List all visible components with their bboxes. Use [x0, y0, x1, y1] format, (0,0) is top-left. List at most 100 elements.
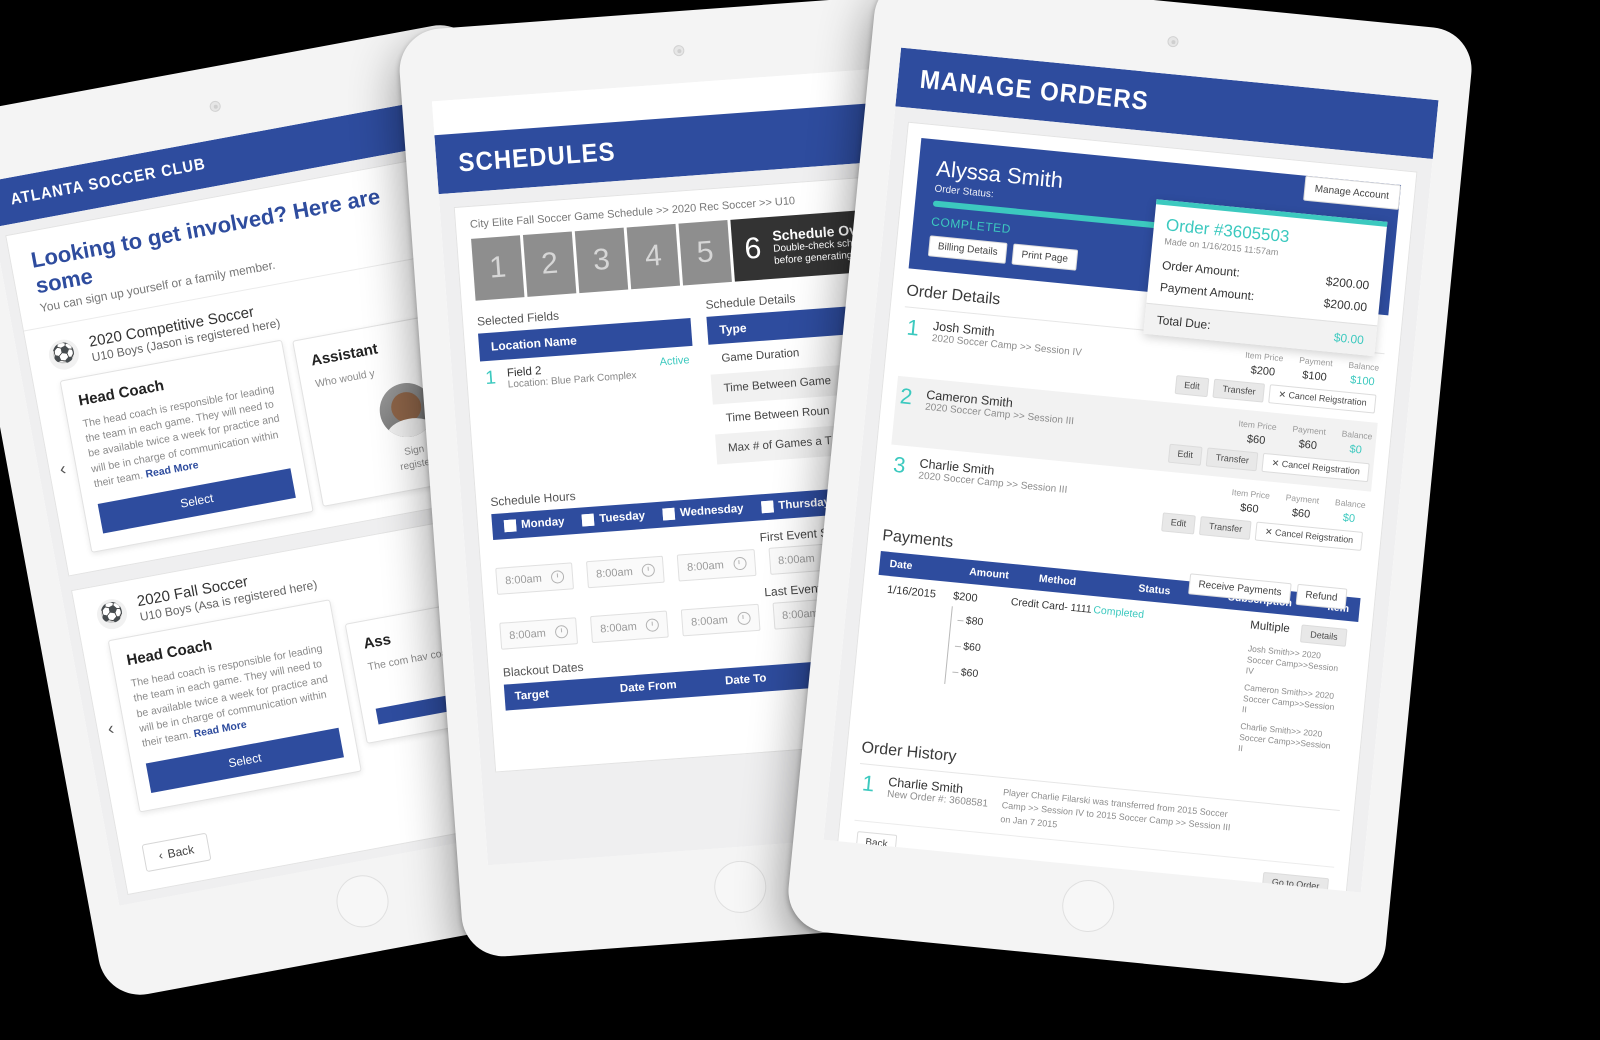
camera-icon: [672, 44, 685, 57]
balance-value: $0: [1348, 443, 1363, 457]
checkbox-icon[interactable]: [662, 507, 676, 521]
balance-label: Balance: [1341, 428, 1373, 442]
carousel-prev-icon[interactable]: ‹: [58, 458, 68, 480]
payments-col-amount: Amount: [968, 565, 1010, 582]
step-5[interactable]: 5: [678, 220, 732, 286]
details-button[interactable]: Details: [1300, 624, 1348, 647]
day-label: Wednesday: [679, 502, 744, 520]
payment-breakdown: $80 $60 $60: [944, 606, 1010, 690]
payment-cell: Payment $60: [1290, 424, 1326, 455]
day-checkbox-monday[interactable]: Monday: [503, 515, 565, 533]
payment-item-list: Josh Smith>> 2020 Soccer Camp>>Session I…: [1238, 643, 1346, 763]
transfer-button[interactable]: Transfer: [1199, 516, 1252, 541]
balance-label: Balance: [1348, 359, 1380, 373]
day-checkbox-thursday[interactable]: Thursday: [761, 496, 831, 514]
payment-status: Completed: [1092, 604, 1145, 621]
time-value: 8:00am: [504, 572, 543, 587]
carousel-prev-icon[interactable]: ‹: [106, 718, 116, 740]
close-icon: ✕: [1271, 457, 1280, 469]
day-checkbox-wednesday[interactable]: Wednesday: [662, 502, 744, 521]
billing-details-button[interactable]: Billing Details: [927, 235, 1008, 264]
item-price-label: Item Price: [1238, 418, 1278, 433]
home-button[interactable]: [1059, 877, 1117, 935]
step-2[interactable]: 2: [522, 231, 577, 297]
close-icon: ✕: [1264, 526, 1274, 538]
step-4[interactable]: 4: [626, 223, 681, 290]
camera-icon: [1166, 35, 1179, 48]
clock-icon[interactable]: [645, 618, 660, 633]
time-value: 8:00am: [686, 558, 725, 574]
cancel-registration-label: Cancel Reigstration: [1274, 527, 1354, 546]
print-page-button[interactable]: Print Page: [1011, 243, 1078, 271]
payment-label: Payment: [1292, 423, 1327, 437]
payment-subscription: [1155, 611, 1251, 754]
time-input-tuesday-last[interactable]: 8:00am: [590, 610, 670, 644]
transfer-button[interactable]: Transfer: [1212, 378, 1266, 403]
list-item: Cameron Smith>> 2020 Soccer Camp>>Sessio…: [1241, 682, 1335, 715]
manage-orders-card: Manage Account Alyssa Smith Order Status…: [834, 121, 1418, 893]
step-6-number: 6: [743, 231, 763, 266]
payment-cell: Payment $60: [1284, 492, 1319, 523]
clock-icon[interactable]: [641, 563, 656, 578]
tablet-right-manage-orders: MANAGE ORDERS Manage Account Alyssa Smit…: [784, 0, 1476, 987]
home-button[interactable]: [332, 871, 393, 932]
clock-icon[interactable]: [554, 624, 569, 639]
payment-value: $60: [1298, 438, 1318, 453]
day-label: Monday: [520, 515, 565, 531]
blackout-col-target: Target: [514, 688, 550, 703]
item-price-label: Item Price: [1244, 349, 1284, 364]
edit-button[interactable]: Edit: [1167, 443, 1203, 466]
payment-amount-label: Payment Amount:: [1159, 280, 1255, 304]
payment-item: Multiple: [1249, 619, 1291, 636]
time-input-wednesday-first[interactable]: 8:00am: [677, 548, 757, 582]
chevron-left-icon: ‹: [157, 848, 165, 863]
role-card-head-coach[interactable]: Head Coach The head coach is responsible…: [59, 339, 314, 553]
time-input-wednesday-last[interactable]: 8:00am: [681, 603, 761, 637]
role-card-head-coach[interactable]: Head Coach The head coach is responsible…: [107, 599, 362, 813]
checkbox-icon[interactable]: [582, 513, 595, 527]
day-label: Thursday: [777, 496, 831, 513]
total-due-value: $0.00: [1333, 330, 1365, 348]
balance-cell: Balance $0: [1333, 497, 1367, 528]
time-value: 8:00am: [595, 565, 634, 581]
order-amount-value: $200.00: [1325, 274, 1370, 293]
time-value: 8:00am: [781, 606, 820, 622]
payment-cell: Payment $100: [1297, 355, 1333, 386]
time-value: 8:00am: [508, 626, 547, 642]
edit-button[interactable]: Edit: [1160, 512, 1197, 535]
cancel-registration-label: Cancel Reigstration: [1288, 390, 1368, 408]
screenshot-stage: ATLANTA SOCCER CLUB Looking to get invol…: [0, 0, 1600, 1040]
clock-icon[interactable]: [550, 569, 565, 584]
payment-amount-value: $200.00: [1323, 296, 1368, 315]
day-checkbox-tuesday[interactable]: Tuesday: [582, 510, 646, 527]
balance-cell: Balance $100: [1346, 359, 1380, 391]
time-input-monday-last[interactable]: 8:00am: [499, 617, 579, 650]
balance-cell: Balance $0: [1340, 428, 1373, 459]
transfer-button[interactable]: Transfer: [1205, 447, 1259, 472]
go-to-order-button[interactable]: Go to Order: [1262, 871, 1330, 893]
camera-icon: [208, 99, 222, 113]
time-value: 8:00am: [777, 552, 816, 567]
clock-icon[interactable]: [736, 611, 751, 626]
step-1[interactable]: 1: [471, 235, 525, 301]
close-icon: ✕: [1277, 389, 1287, 400]
checkbox-icon[interactable]: [503, 519, 517, 533]
soccer-ball-icon: ⚽: [46, 336, 82, 372]
home-button[interactable]: [712, 859, 769, 915]
back-button[interactable]: Back: [855, 830, 898, 856]
clock-icon[interactable]: [732, 556, 747, 571]
time-value: 8:00am: [690, 613, 729, 629]
item-price-value: $60: [1246, 433, 1266, 447]
edit-button[interactable]: Edit: [1174, 375, 1210, 398]
back-button-label: Back: [166, 842, 196, 862]
row-number: 1: [905, 314, 921, 341]
checkbox-icon[interactable]: [761, 500, 774, 514]
item-price-cell: Item Price $200: [1243, 350, 1284, 382]
row-number: 1: [860, 770, 876, 797]
time-input-monday-first[interactable]: 8:00am: [495, 562, 575, 595]
row-number: 1: [484, 367, 497, 390]
step-3[interactable]: 3: [574, 227, 629, 294]
blackout-col-date-from: Date From: [619, 679, 678, 696]
item-price-value: $200: [1250, 364, 1276, 379]
time-input-tuesday-first[interactable]: 8:00am: [586, 555, 666, 589]
